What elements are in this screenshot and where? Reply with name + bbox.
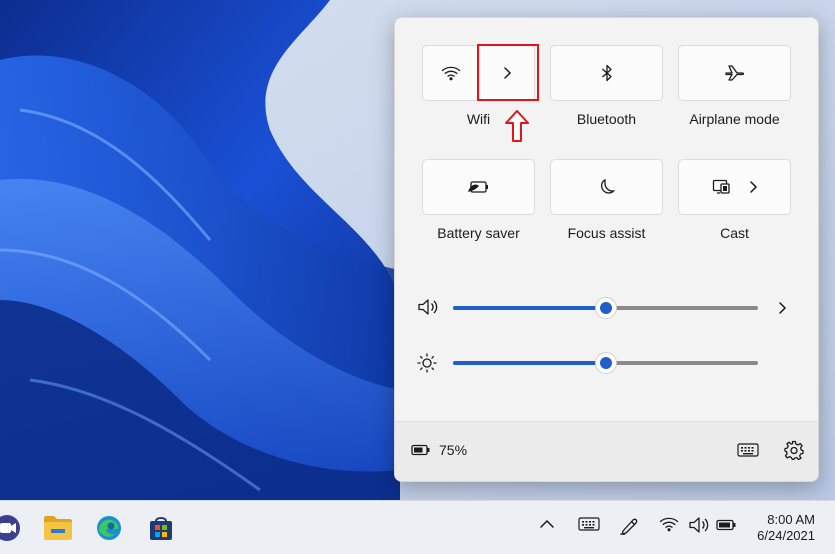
battery-saver-tile[interactable] [422, 159, 535, 215]
battery-icon [716, 519, 738, 531]
volume-slider[interactable] [453, 297, 758, 319]
battery-status[interactable]: 75% [411, 442, 467, 458]
chevron-up-icon [539, 519, 555, 529]
speaker-icon[interactable] [417, 298, 439, 316]
quick-settings-footer: 75% [395, 421, 818, 481]
up-arrow-annotation [505, 110, 529, 142]
moon-icon [598, 178, 616, 196]
keyboard-icon[interactable] [737, 442, 759, 458]
taskbar: 8:00 AM 6/24/2021 [0, 500, 835, 554]
audio-output-expand-button[interactable] [777, 301, 787, 315]
focus-assist-label: Focus assist [567, 225, 646, 241]
cast-tile[interactable] [678, 159, 791, 215]
store-icon [147, 514, 175, 542]
clock[interactable]: 8:00 AM 6/24/2021 [757, 512, 815, 544]
keyboard-icon [578, 516, 600, 532]
clock-time: 8:00 AM [767, 512, 815, 527]
volume-slider-thumb[interactable] [594, 297, 617, 319]
battery-saver-icon [467, 180, 490, 194]
chevron-right-icon [748, 180, 758, 194]
battery-percent: 75% [439, 442, 468, 458]
file-explorer-app[interactable] [41, 511, 75, 545]
wifi-toggle-button[interactable] [423, 46, 479, 100]
store-app[interactable] [144, 511, 178, 545]
show-hidden-icons-button[interactable] [539, 519, 555, 529]
bluetooth-label: Bluetooth [576, 111, 637, 127]
brightness-slider[interactable] [453, 352, 758, 374]
airplane-mode-tile[interactable] [678, 45, 791, 101]
speaker-icon [688, 516, 710, 534]
wifi-icon [441, 65, 461, 81]
brightness-slider-fill [453, 361, 606, 365]
battery-status-button[interactable] [716, 519, 738, 531]
cast-label: Cast [720, 225, 749, 241]
touch-keyboard-button[interactable] [578, 516, 600, 532]
file-explorer-icon [43, 515, 73, 541]
brightness-slider-thumb[interactable] [594, 352, 617, 374]
quick-settings-panel: Wifi Bluetooth Airplane mode Battery sav… [394, 17, 819, 482]
cast-icon [712, 179, 732, 195]
camera-icon [0, 513, 22, 543]
pen-icon [619, 516, 639, 536]
focus-assist-tile[interactable] [550, 159, 663, 215]
pen-menu-button[interactable] [619, 516, 639, 536]
airplane-mode-label: Airplane mode [689, 111, 780, 127]
battery-saver-label: Battery saver [437, 225, 520, 241]
camera-app[interactable] [0, 511, 24, 545]
wifi-expand-highlight [477, 44, 539, 101]
edge-icon [95, 514, 123, 542]
wifi-icon [659, 516, 679, 532]
edge-app[interactable] [92, 511, 126, 545]
chevron-right-icon [779, 302, 787, 314]
clock-date: 6/24/2021 [757, 528, 815, 543]
battery-icon [411, 444, 431, 456]
airplane-icon [724, 64, 746, 82]
volume-slider-fill [453, 306, 606, 310]
volume-status-button[interactable] [688, 516, 710, 534]
bluetooth-tile[interactable] [550, 45, 663, 101]
sun-icon [417, 353, 437, 373]
network-status-button[interactable] [659, 516, 679, 532]
gear-icon[interactable] [784, 440, 804, 460]
bluetooth-icon [601, 64, 613, 82]
